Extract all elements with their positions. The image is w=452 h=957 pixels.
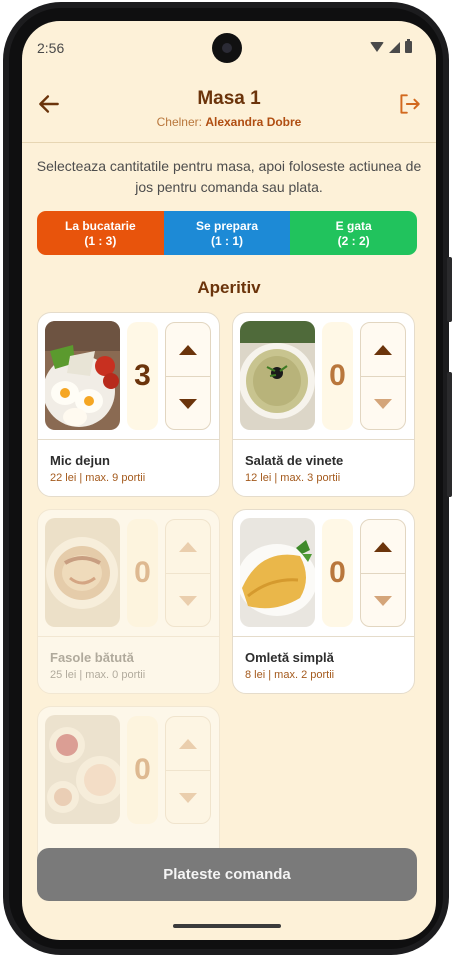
menu-item-card: 0 Salată de vinete 12 lei | max. 3 porti… bbox=[232, 312, 415, 497]
legend-ready: E gata (2 : 2) bbox=[290, 211, 417, 255]
item-name: Salată de vinete bbox=[245, 453, 344, 468]
signal-icon bbox=[389, 41, 400, 53]
item-price: 25 lei bbox=[50, 669, 77, 681]
arrow-down-icon bbox=[374, 596, 392, 606]
arrow-up-icon bbox=[374, 344, 392, 355]
arrow-up-icon bbox=[179, 541, 197, 552]
increase-button[interactable] bbox=[361, 323, 405, 377]
wifi-icon bbox=[370, 42, 384, 52]
omelette-photo bbox=[240, 518, 315, 627]
arrow-down-icon bbox=[179, 399, 197, 409]
legend-preparing: Se prepara (1 : 1) bbox=[163, 211, 291, 255]
quantity-display: 3 bbox=[127, 322, 158, 430]
section-title: Aperitiv bbox=[197, 278, 261, 297]
status-bar: 2:56 bbox=[22, 21, 436, 75]
arrow-up-icon bbox=[374, 541, 392, 552]
quantity-display: 0 bbox=[127, 519, 158, 627]
breakfast-photo bbox=[45, 321, 120, 430]
arrow-down-icon bbox=[179, 793, 197, 803]
logout-icon[interactable] bbox=[396, 91, 422, 117]
phone-frame: 2:56 Masa 1 Chelner: Alexandra Dobre Sel… bbox=[3, 2, 452, 955]
legend-kitchen-count: (1 : 3) bbox=[84, 234, 117, 248]
legend-preparing-label: Se prepara bbox=[195, 219, 259, 233]
arrow-down-icon bbox=[179, 596, 197, 606]
increase-button[interactable] bbox=[166, 717, 210, 771]
quantity-display: 0 bbox=[322, 519, 353, 627]
item-name: Mic dejun bbox=[50, 453, 110, 468]
salad-bowls-photo bbox=[45, 715, 120, 824]
home-indicator[interactable] bbox=[173, 924, 281, 928]
item-name: Fasole bătută bbox=[50, 650, 134, 665]
item-price: 12 lei bbox=[245, 472, 272, 484]
item-name: Omletă simplă bbox=[245, 650, 334, 665]
quantity-display: 0 bbox=[322, 322, 353, 430]
legend-preparing-count: (1 : 1) bbox=[211, 234, 244, 248]
item-meta: 25 lei | max. 0 portii bbox=[50, 669, 146, 681]
increase-button[interactable] bbox=[361, 520, 405, 574]
camera-cutout bbox=[212, 33, 242, 63]
item-meta: 8 lei | max. 2 portii bbox=[245, 669, 335, 681]
item-price: 22 lei bbox=[50, 472, 77, 484]
menu-item-card: 0 Omletă simplă 8 lei | max. 2 portii bbox=[232, 509, 415, 694]
item-meta: 12 lei | max. 3 portii bbox=[245, 472, 341, 484]
waiter-label: Chelner: bbox=[156, 115, 202, 129]
legend-kitchen: La bucatarie (1 : 3) bbox=[37, 211, 164, 255]
decrease-button[interactable] bbox=[166, 377, 210, 429]
eggplant-salad-photo bbox=[240, 321, 315, 430]
app-screen: 2:56 Masa 1 Chelner: Alexandra Dobre Sel… bbox=[22, 21, 436, 940]
arrow-up-icon bbox=[179, 738, 197, 749]
pay-order-button[interactable]: Plateste comanda bbox=[37, 848, 417, 901]
quantity-stepper bbox=[360, 519, 406, 627]
app-header: Masa 1 Chelner: Alexandra Dobre bbox=[22, 75, 436, 143]
decrease-button[interactable] bbox=[166, 574, 210, 626]
item-max: max. 3 portii bbox=[280, 472, 341, 484]
item-max: max. 9 portii bbox=[85, 472, 146, 484]
waiter-line: Chelner: Alexandra Dobre bbox=[22, 115, 436, 129]
menu-item-card: 3 Mic dejun 22 lei | max. 9 portii bbox=[37, 312, 220, 497]
quantity-stepper bbox=[360, 322, 406, 430]
arrow-up-icon bbox=[179, 344, 197, 355]
quantity-stepper bbox=[165, 519, 211, 627]
arrow-down-icon bbox=[374, 399, 392, 409]
battery-icon bbox=[405, 39, 412, 53]
bean-dip-photo bbox=[45, 518, 120, 627]
legend-kitchen-label: La bucatarie bbox=[64, 219, 136, 233]
item-max: max. 2 portii bbox=[274, 669, 335, 681]
decrease-button[interactable] bbox=[166, 771, 210, 823]
quantity-stepper bbox=[165, 322, 211, 430]
decrease-button[interactable] bbox=[361, 574, 405, 626]
item-meta: 22 lei | max. 9 portii bbox=[50, 472, 146, 484]
status-time: 2:56 bbox=[37, 40, 65, 56]
item-max: max. 0 portii bbox=[85, 669, 146, 681]
decrease-button[interactable] bbox=[361, 377, 405, 429]
item-price: 8 lei bbox=[245, 669, 266, 681]
instructions-text: Selecteaza cantitatile pentru masa, apoi… bbox=[36, 158, 422, 195]
quantity-stepper bbox=[165, 716, 211, 824]
menu-item-card: 0 Fasole bătută 25 lei | max. 0 portii bbox=[37, 509, 220, 694]
legend-ready-label: E gata bbox=[335, 219, 372, 233]
legend-ready-count: (2 : 2) bbox=[337, 234, 370, 248]
increase-button[interactable] bbox=[166, 323, 210, 377]
status-legend: La bucatarie (1 : 3) Se prepara (1 : 1) … bbox=[37, 211, 417, 255]
page-title: Masa 1 bbox=[197, 88, 261, 109]
quantity-display: 0 bbox=[127, 716, 158, 824]
waiter-name: Alexandra Dobre bbox=[205, 115, 302, 129]
increase-button[interactable] bbox=[166, 520, 210, 574]
